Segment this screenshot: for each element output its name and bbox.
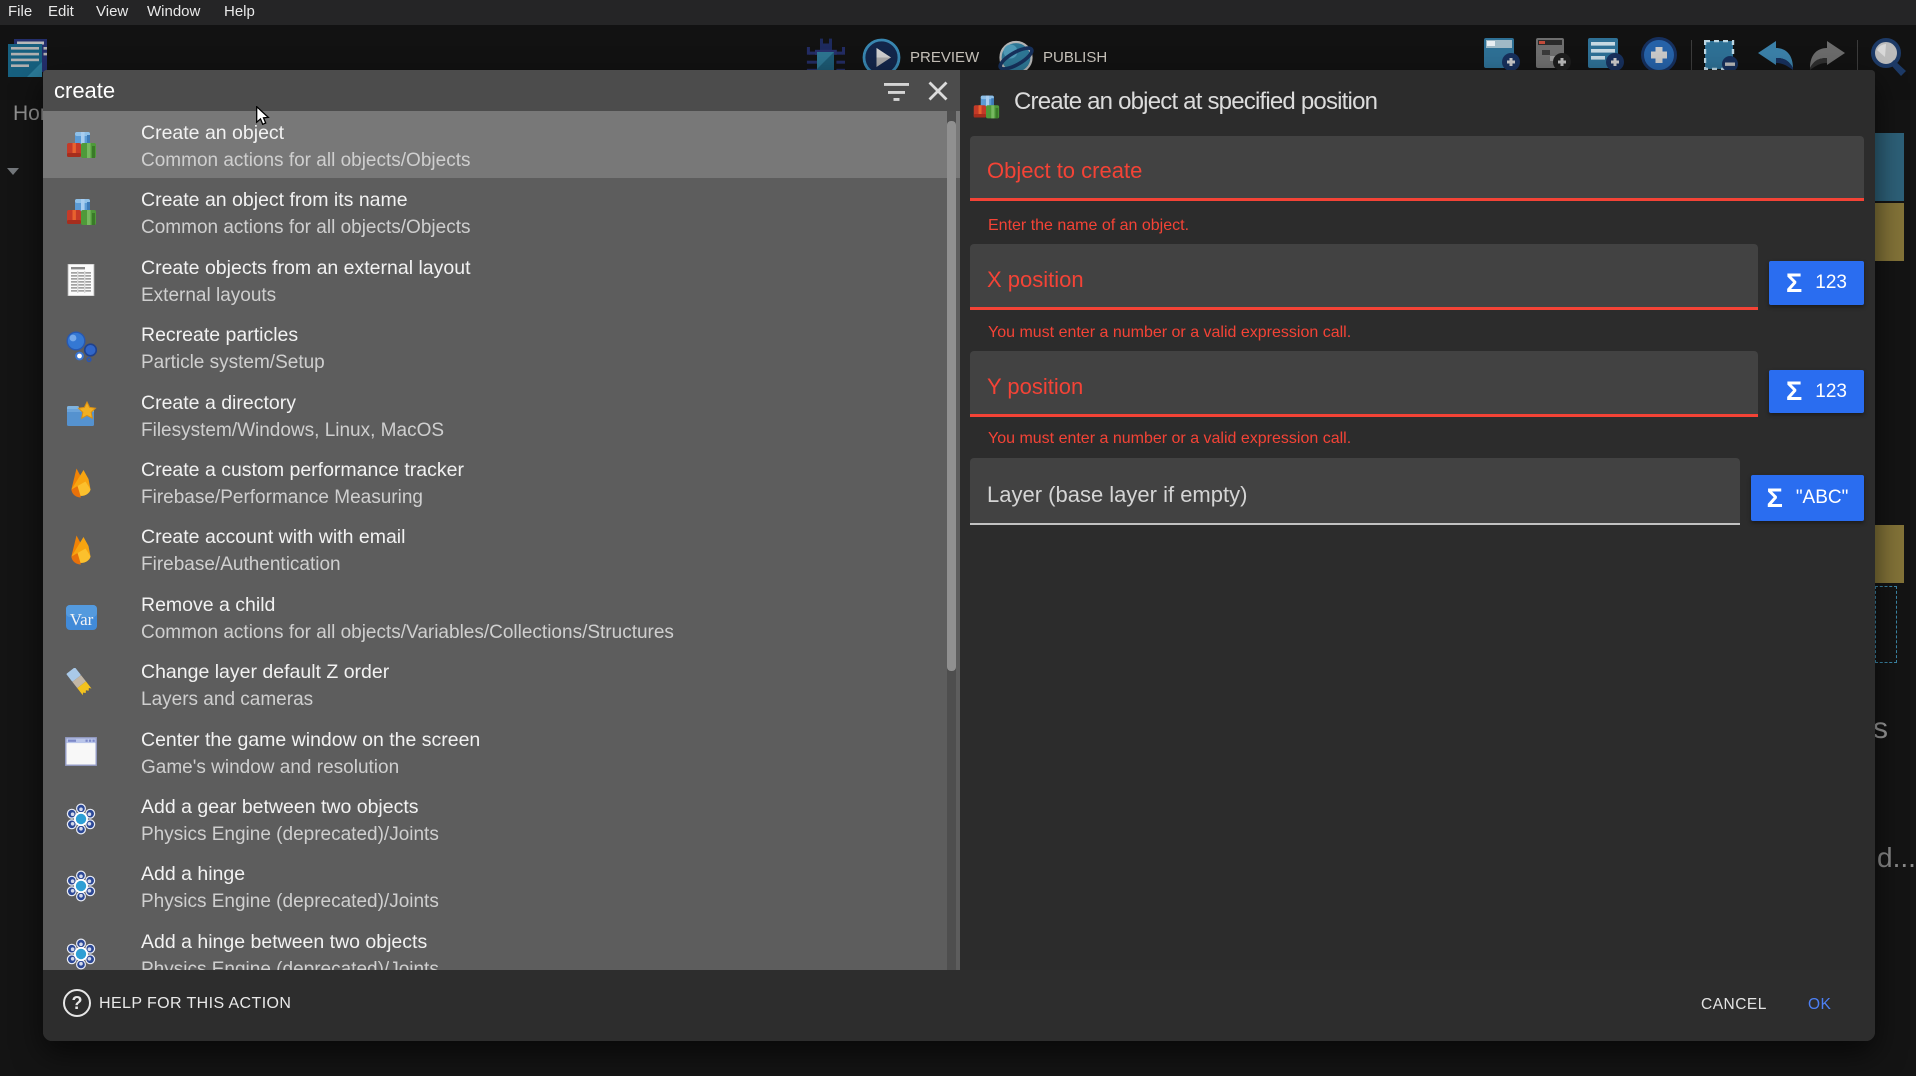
svg-text:Var: Var [70,610,94,629]
